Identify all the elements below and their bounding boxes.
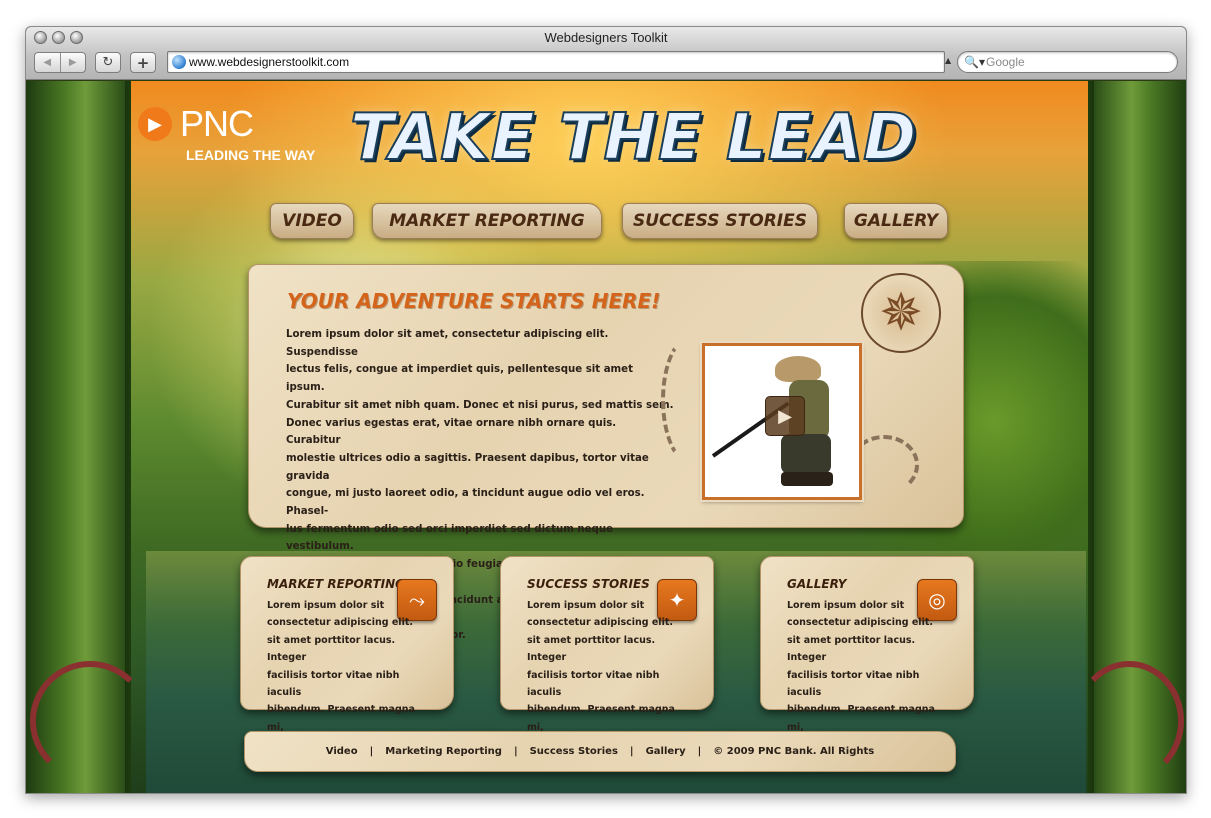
- play-icon: ▶: [778, 405, 792, 427]
- copyright-text: © 2009 PNC Bank. All Rights: [713, 746, 875, 757]
- forward-arrow-icon[interactable]: ▶: [61, 57, 86, 68]
- footer-bar: Video | Marketing Reporting | Success St…: [244, 731, 956, 772]
- explorer-boots: [781, 472, 833, 486]
- globe-icon: [172, 55, 186, 69]
- card-title[interactable]: Success Stories: [527, 577, 650, 591]
- compass-icon: ✵: [861, 273, 941, 353]
- explorer-legs: [781, 434, 831, 474]
- search-placeholder[interactable]: Google: [986, 55, 1025, 69]
- add-bookmark-button[interactable]: +: [130, 52, 156, 73]
- address-bar[interactable]: www.webdesignerstoolkit.com: [167, 51, 945, 73]
- footer-separator: |: [629, 746, 634, 757]
- explorer-hat: [775, 356, 821, 382]
- footer-link-marketing-reporting[interactable]: Marketing Reporting: [385, 746, 502, 757]
- nav-success-stories[interactable]: Success Stories: [622, 203, 818, 239]
- footer-separator: |: [513, 746, 518, 757]
- footer-separator: |: [697, 746, 702, 757]
- footer-link-video[interactable]: Video: [326, 746, 358, 757]
- footer-link-gallery[interactable]: Gallery: [646, 746, 686, 757]
- play-video-button[interactable]: ▶: [765, 396, 805, 436]
- nav-video[interactable]: Video: [270, 203, 354, 239]
- vine-left: [30, 661, 150, 781]
- nav-gallery[interactable]: Gallery: [844, 203, 948, 239]
- reload-icon: ↻: [102, 55, 114, 70]
- card-body-text: Lorem ipsum dolor sit consectetur adipis…: [267, 600, 415, 733]
- back-forward-control[interactable]: ◀ ▶: [34, 52, 86, 73]
- reload-button[interactable]: ↻: [95, 52, 121, 73]
- card-title[interactable]: Market Reporting: [267, 577, 405, 591]
- search-field[interactable]: 🔍▾ Google: [957, 51, 1178, 73]
- card-title[interactable]: Gallery: [787, 577, 846, 591]
- search-icon[interactable]: 🔍▾: [964, 55, 985, 69]
- url-text[interactable]: www.webdesignerstoolkit.com: [189, 55, 349, 69]
- logo-name: PNC: [180, 103, 254, 144]
- window-title: Webdesigners Toolkit: [544, 30, 668, 45]
- title-bar: Webdesigners Toolkit ◀ ▶ ↻ + www.webdesi…: [26, 27, 1186, 80]
- pnc-logo-icon: ▶: [138, 107, 172, 141]
- card-body-text: Lorem ipsum dolor sit consectetur adipis…: [787, 600, 935, 733]
- page-headline: TAKE THE LEAD: [349, 100, 918, 176]
- vine-right: [1074, 661, 1184, 781]
- main-heading: YOUR ADVENTURE STARTS HERE!: [287, 289, 661, 313]
- nav-market-reporting[interactable]: Market Reporting: [372, 203, 602, 239]
- pnc-logo[interactable]: ▶ PNC LEADING THE WAY: [138, 103, 328, 165]
- main-content-card: YOUR ADVENTURE STARTS HERE! Lorem ipsum …: [248, 264, 964, 641]
- video-thumbnail[interactable]: ▶: [702, 343, 862, 500]
- back-arrow-icon[interactable]: ◀: [35, 57, 60, 68]
- card-gallery[interactable]: Gallery ◎ Lorem ipsum dolor sit consecte…: [760, 556, 974, 733]
- url-dropdown-icon[interactable]: ▲: [945, 56, 951, 65]
- web-page: ▶ PNC LEADING THE WAY TAKE THE LEAD Vide…: [26, 81, 1186, 793]
- footer-separator: |: [369, 746, 374, 757]
- browser-window: Webdesigners Toolkit ◀ ▶ ↻ + www.webdesi…: [25, 26, 1187, 794]
- card-body-text: Lorem ipsum dolor sit consectetur adipis…: [527, 600, 675, 733]
- card-success-stories[interactable]: Success Stories ✦ Lorem ipsum dolor sit …: [500, 556, 714, 733]
- footer-link-success-stories[interactable]: Success Stories: [530, 746, 618, 757]
- card-market-reporting[interactable]: Market Reporting ⤳ Lorem ipsum dolor sit…: [240, 556, 454, 733]
- plus-icon: +: [136, 53, 150, 72]
- logo-tagline: LEADING THE WAY: [186, 147, 316, 163]
